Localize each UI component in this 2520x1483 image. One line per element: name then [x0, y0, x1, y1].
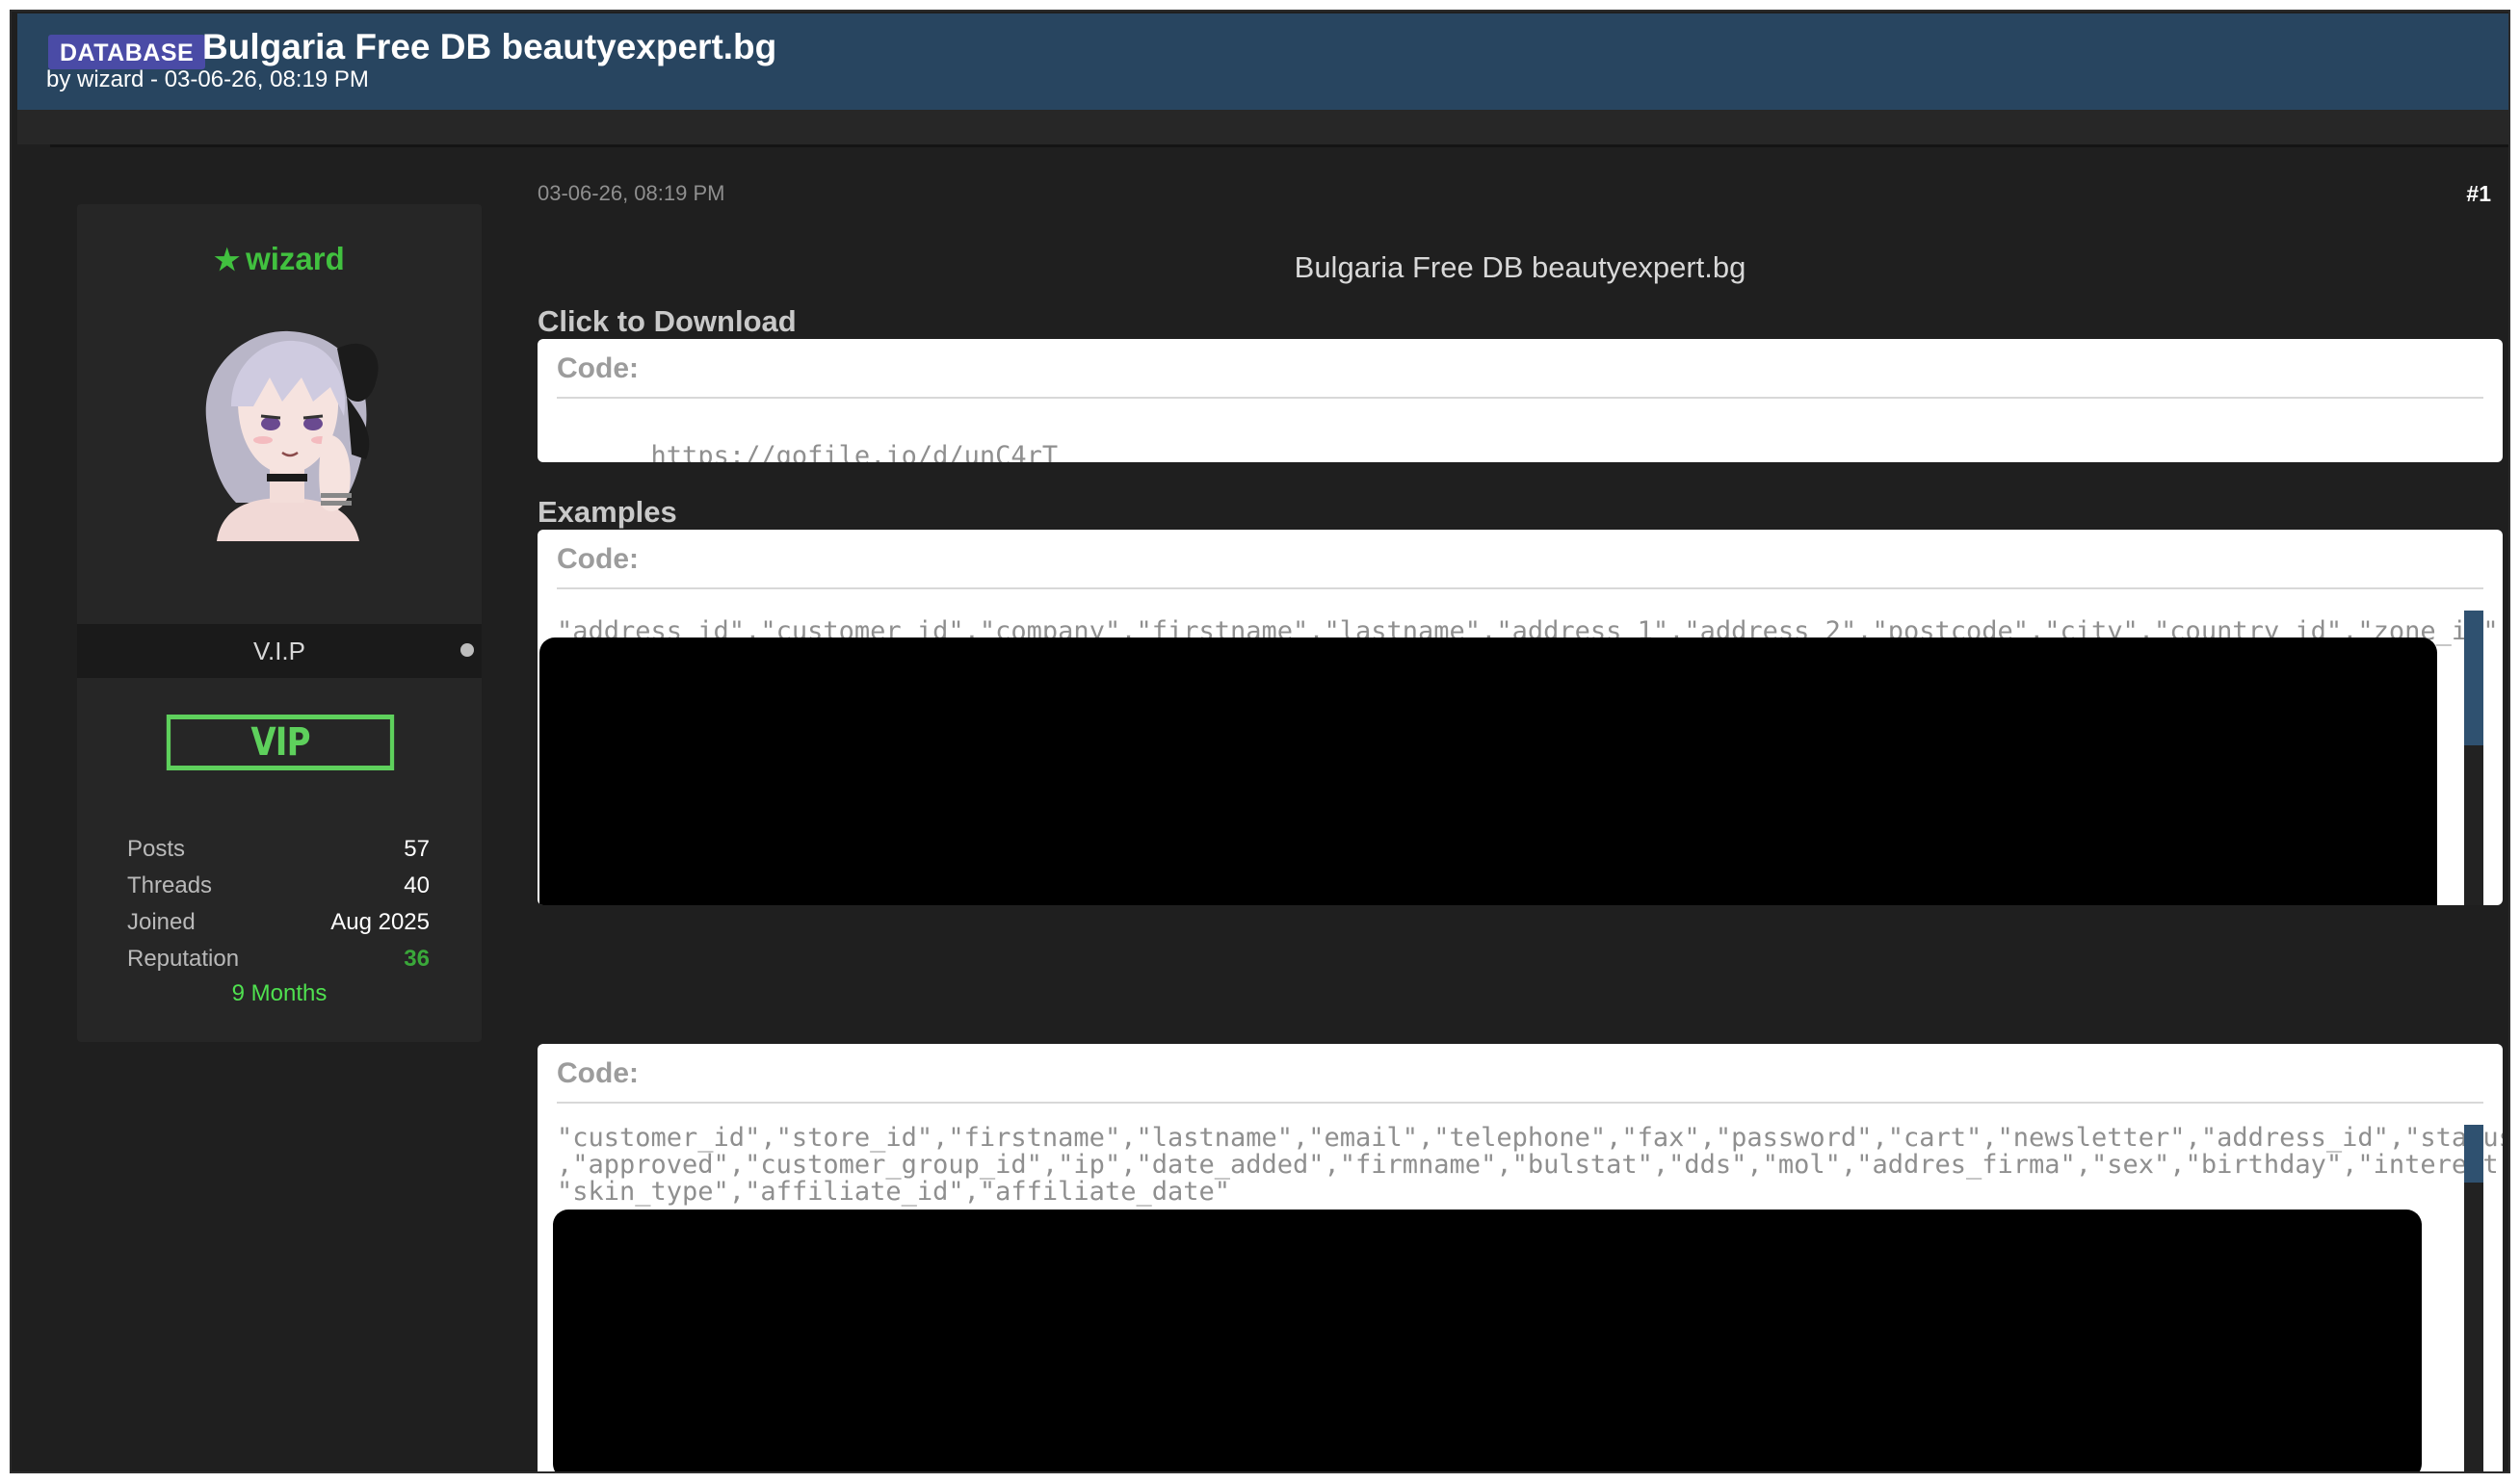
stat-threads: Threads 40 — [127, 872, 430, 907]
redaction-block — [539, 637, 2437, 905]
stat-joined: Joined Aug 2025 — [127, 909, 430, 944]
example-2-line-1: "customer_id","store_id","firstname","la… — [557, 1123, 2503, 1153]
username-row[interactable]: ★ wizard — [77, 241, 482, 277]
code-block-title: Code: — [557, 352, 639, 384]
stat-posts: Posts 57 — [127, 836, 430, 871]
thread-title: Bulgaria Free DB beautyexpert.bg — [202, 27, 777, 66]
stat-reputation: Reputation 36 — [127, 946, 430, 980]
stat-label: Joined — [127, 909, 196, 935]
stat-value[interactable]: 57 — [404, 836, 430, 863]
thread-byline: by wizard - 03-06-26, 08:19 PM — [46, 66, 369, 92]
stat-label: Reputation — [127, 946, 240, 972]
thread-prefix-badge[interactable]: DATABASE — [48, 35, 206, 69]
scrollbar-thumb[interactable] — [2464, 1125, 2483, 1183]
download-label: Click to Download — [538, 304, 797, 338]
code-divider — [557, 397, 2483, 399]
scrollbar[interactable] — [2464, 611, 2483, 905]
post-heading: Bulgaria Free DB beautyexpert.bg — [1294, 250, 1746, 284]
header-separator — [17, 110, 2508, 144]
code-block-title: Code: — [557, 543, 639, 575]
user-rank-bar: V.I.P — [77, 624, 482, 678]
scrollbar[interactable] — [2464, 1125, 2483, 1471]
example-2-line-3: "skin_type","affiliate_id","affiliate_da… — [557, 1177, 1230, 1207]
download-code-block: Code: https://gofile.io/d/unC4rT — [538, 339, 2503, 462]
page-frame: DATABASE Bulgaria Free DB beautyexpert.b… — [10, 10, 2510, 1473]
redaction-block — [553, 1210, 2422, 1471]
download-link[interactable]: https://gofile.io/d/unC4rT — [651, 441, 1059, 463]
stat-label: Threads — [127, 872, 213, 898]
download-url[interactable]: https://gofile.io/d/unC4rT — [557, 416, 1059, 463]
examples-label: Examples — [538, 495, 677, 529]
vip-badge: VIP — [166, 715, 395, 770]
example-code-block-2: Code: "customer_id","store_id","firstnam… — [538, 1044, 2503, 1471]
scrollbar-thumb[interactable] — [2464, 611, 2483, 745]
code-divider — [557, 587, 2483, 589]
star-icon: ★ — [214, 245, 241, 276]
post-number-link[interactable]: #1 — [2466, 181, 2491, 207]
separator-line — [50, 144, 2508, 147]
username[interactable]: wizard — [246, 241, 345, 276]
member-duration: 9 Months — [231, 980, 328, 1006]
code-block-title: Code: — [557, 1057, 639, 1089]
user-rank: V.I.P — [253, 637, 305, 665]
code-divider — [557, 1102, 2483, 1104]
stat-label: Posts — [127, 836, 186, 862]
post-date: 03-06-26, 08:19 PM — [538, 181, 725, 205]
avatar[interactable] — [178, 310, 390, 541]
stat-value[interactable]: 36 — [404, 946, 430, 973]
stat-value: Aug 2025 — [330, 909, 430, 935]
thread-header: DATABASE Bulgaria Free DB beautyexpert.b… — [17, 13, 2508, 110]
status-dot-icon — [460, 643, 474, 657]
author-panel: ★ wizard V.I.P VIP Posts 57 Threads 40 J… — [77, 204, 482, 1042]
stat-value[interactable]: 40 — [404, 872, 430, 899]
example-code-block-1: Code: "address_id","customer_id","compan… — [538, 530, 2503, 905]
example-2-line-2: ,"approved","customer_group_id","ip","da… — [557, 1150, 2503, 1180]
